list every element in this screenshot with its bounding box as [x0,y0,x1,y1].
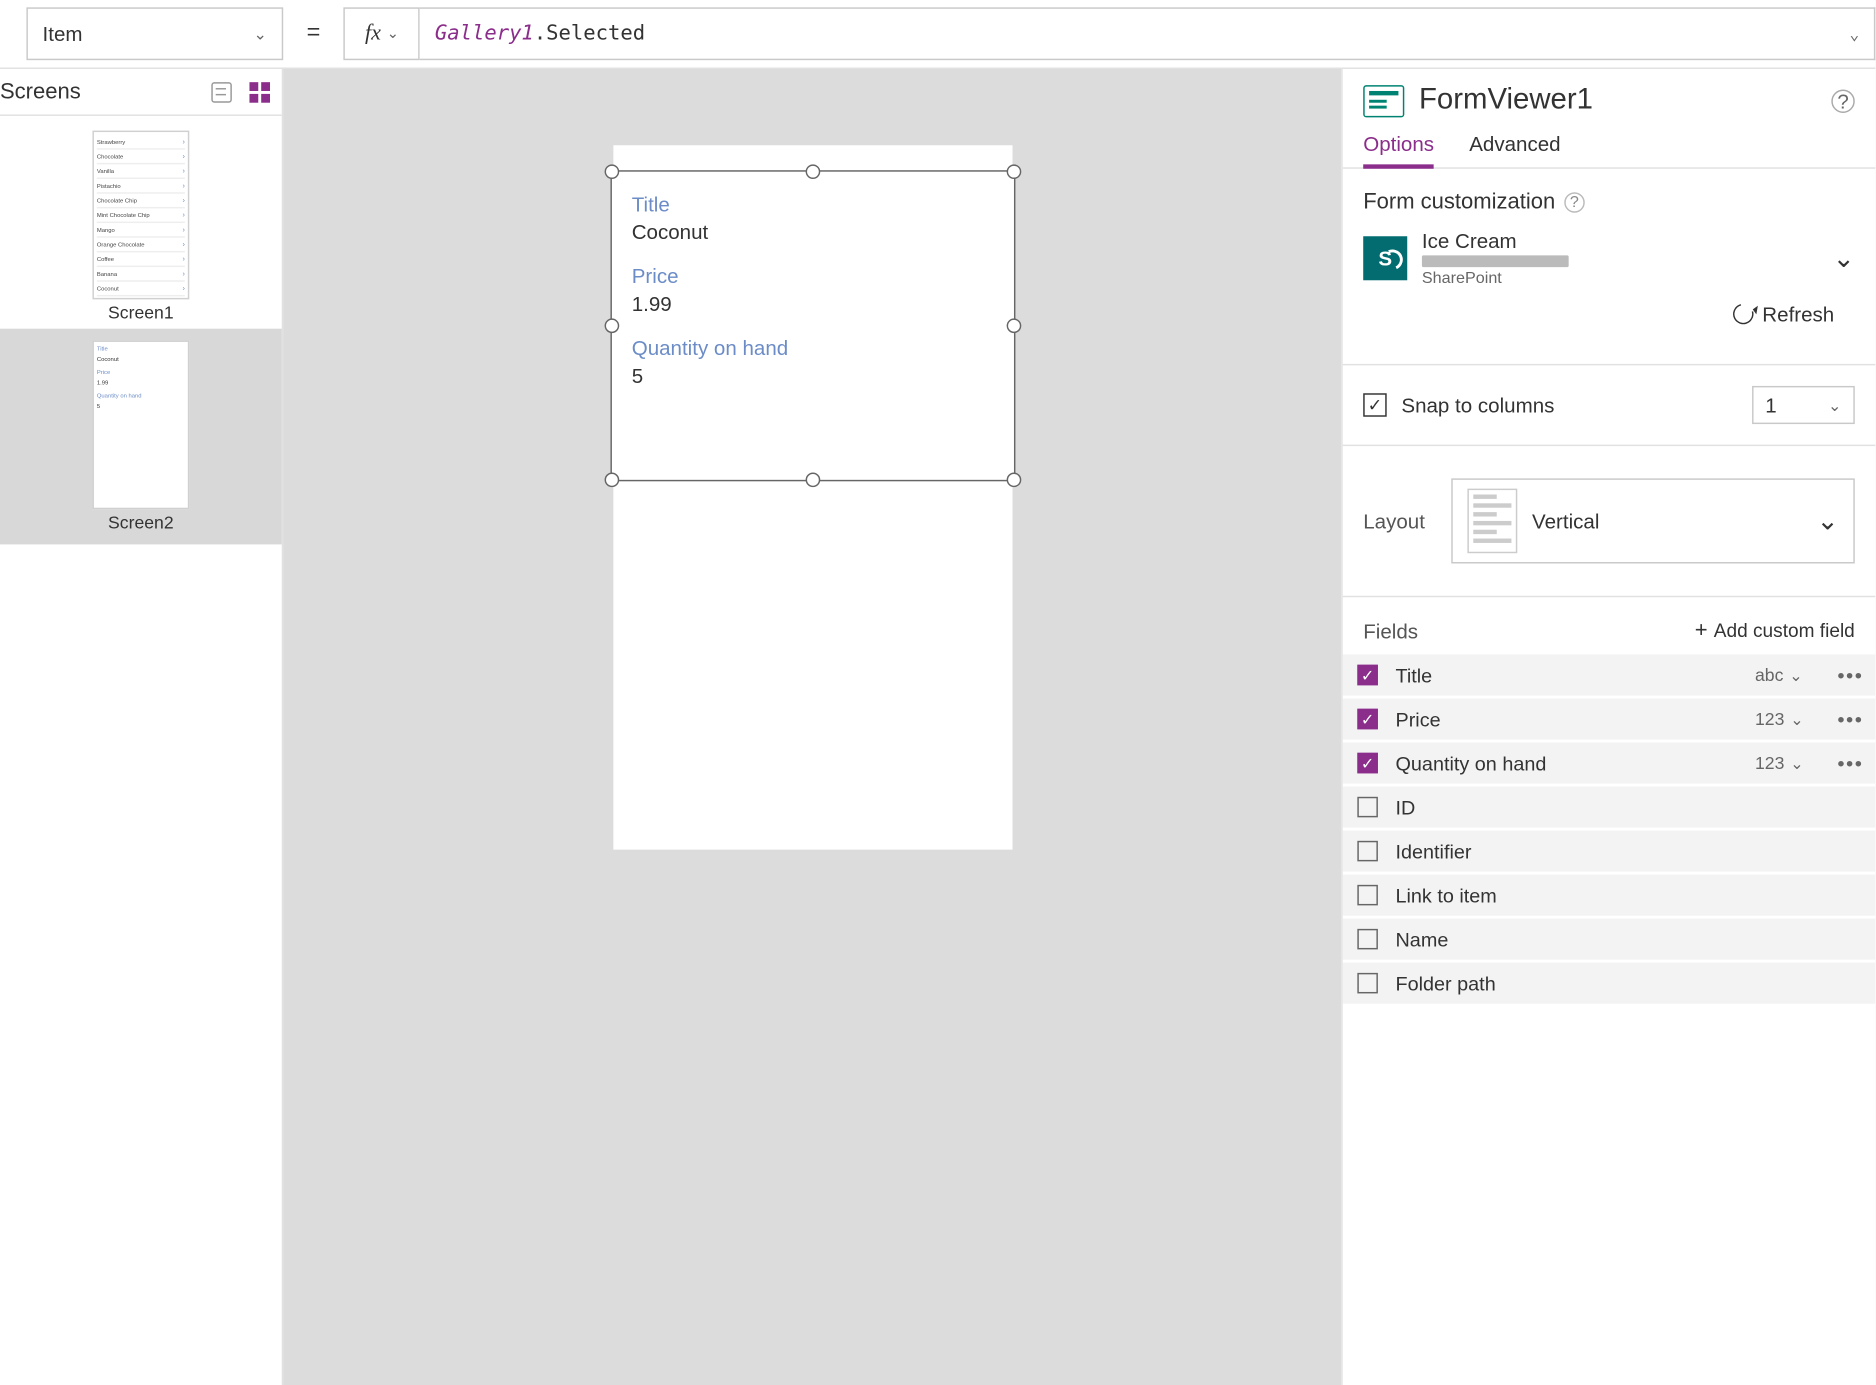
field-type-dropdown[interactable]: abc ⌄ [1755,665,1817,686]
field-name: Title [1395,664,1737,686]
field-checkbox[interactable] [1357,709,1378,730]
field-name: Quantity on hand [1395,752,1737,774]
tab-options[interactable]: Options [1363,132,1434,169]
panel-tabs: Options Advanced [1343,117,1876,168]
fields-list: Titleabc ⌄•••Price123 ⌄•••Quantity on ha… [1343,654,1876,1003]
field-type-dropdown[interactable]: 123 ⌄ [1755,753,1817,774]
fields-label: Fields [1363,619,1418,642]
resize-handle[interactable] [1006,164,1021,179]
screens-panel: Screens Strawberry›Chocolate›Vanilla›Pis… [0,69,283,1385]
resize-handle[interactable] [1006,473,1021,488]
data-source-provider: SharePoint [1422,270,1818,288]
field-row[interactable]: Quantity on hand 123 ⌄ ••• [1343,743,1876,784]
field-more-button[interactable]: ••• [1834,707,1866,730]
design-canvas[interactable]: Title Coconut Price 1.99 Quantity on han… [283,69,1341,1385]
screen-thumbnail-1[interactable]: Strawberry›Chocolate›Vanilla›Pistachio›C… [6,131,276,323]
chevron-down-icon: ⌄ [254,24,268,43]
field-checkbox[interactable] [1357,665,1378,686]
field-row[interactable]: Identifier [1343,831,1876,872]
equals-sign: = [307,21,321,47]
screen-thumbnail-2[interactable]: Title Coconut Price 1.99 Quantity on han… [0,329,282,545]
field-row[interactable]: Link to item [1343,875,1876,916]
resize-handle[interactable] [805,164,820,179]
field-value: 1.99 [632,292,993,315]
refresh-icon [1729,300,1757,328]
resize-handle[interactable] [604,473,619,488]
chevron-down-icon: ⌄ [1833,243,1855,274]
fields-header: Fields Add custom field [1343,597,1876,654]
field-type-dropdown[interactable]: 123 ⌄ [1755,709,1817,730]
resize-handle[interactable] [604,318,619,333]
layout-thumbnail-icon [1467,489,1517,554]
field-row[interactable]: Name [1343,919,1876,960]
snap-checkbox[interactable] [1363,393,1386,416]
field-row[interactable]: ID [1343,787,1876,828]
chevron-down-icon: ⌄ [1849,24,1859,43]
chevron-down-icon: ⌄ [1828,395,1842,414]
field-label: Price [632,264,993,287]
field-row[interactable]: Title abc ⌄ ••• [1343,654,1876,695]
snap-label: Snap to columns [1401,393,1737,416]
field-name: Name [1395,928,1866,950]
fx-button[interactable]: fx⌄ [344,7,420,60]
field-checkbox[interactable] [1357,753,1378,774]
tab-advanced[interactable]: Advanced [1469,132,1560,167]
field-row[interactable]: Folder path [1343,963,1876,1004]
field-name: Folder path [1395,972,1866,994]
help-icon[interactable]: ? [1564,191,1585,212]
field-name: Price [1395,708,1737,730]
chevron-down-icon: ⌄ [387,26,399,42]
screen-thumbnails: Strawberry›Chocolate›Vanilla›Pistachio›C… [0,116,282,565]
sharepoint-icon: S [1363,236,1407,280]
field-checkbox[interactable] [1357,973,1378,994]
layout-picker[interactable]: Vertical ⌄ [1451,478,1854,563]
data-source-title: Ice Cream [1422,229,1818,252]
field-label: Title [632,192,993,215]
screen-preview: Title Coconut Price 1.99 Quantity on han… [613,145,1012,849]
screen-label: Screen1 [6,302,276,323]
thumbnail-view-icon[interactable] [249,81,270,102]
field-checkbox[interactable] [1357,885,1378,906]
field-more-button[interactable]: ••• [1834,751,1866,774]
columns-dropdown[interactable]: 1 ⌄ [1752,386,1855,424]
refresh-button[interactable]: Refresh [1363,288,1855,326]
properties-panel: FormViewer1 ? Options Advanced Form cust… [1341,69,1875,1385]
chevron-down-icon: ⌄ [1817,506,1839,537]
formula-bar: Item ⌄ = fx⌄ Gallery1.Selected ⌄ [0,0,1875,69]
field-name: Link to item [1395,884,1866,906]
property-dropdown[interactable]: Item ⌄ [26,7,283,60]
layout-label: Layout [1363,509,1425,532]
property-name: Item [43,22,83,45]
data-source-account [1422,255,1569,267]
help-icon[interactable]: ? [1831,89,1854,112]
control-name: FormViewer1 [1419,84,1817,118]
screen-label: Screen2 [6,512,276,533]
data-source-picker[interactable]: S Ice Cream SharePoint ⌄ [1363,229,1855,288]
field-checkbox[interactable] [1357,797,1378,818]
field-name: Identifier [1395,840,1866,862]
screens-header: Screens [0,69,282,116]
layout-row: Layout Vertical ⌄ [1343,446,1876,597]
form-customization-header: Form customization ? [1363,189,1855,214]
resize-handle[interactable] [1006,318,1021,333]
field-value: 5 [632,364,993,387]
formula-input[interactable]: Gallery1.Selected ⌄ [420,7,1875,60]
field-more-button[interactable]: ••• [1834,663,1866,686]
field-row[interactable]: Price 123 ⌄ ••• [1343,698,1876,739]
tree-view-icon[interactable] [211,81,232,102]
field-value: Coconut [632,220,993,243]
form-viewer[interactable]: Title Coconut Price 1.99 Quantity on han… [610,170,1015,481]
resize-handle[interactable] [805,473,820,488]
screens-title: Screens [0,79,81,104]
form-icon [1363,84,1404,116]
field-checkbox[interactable] [1357,841,1378,862]
field-label: Quantity on hand [632,336,993,359]
add-custom-field-button[interactable]: Add custom field [1695,618,1855,643]
field-checkbox[interactable] [1357,929,1378,950]
snap-to-columns-row: Snap to columns 1 ⌄ [1343,364,1876,446]
resize-handle[interactable] [604,164,619,179]
field-name: ID [1395,796,1866,818]
